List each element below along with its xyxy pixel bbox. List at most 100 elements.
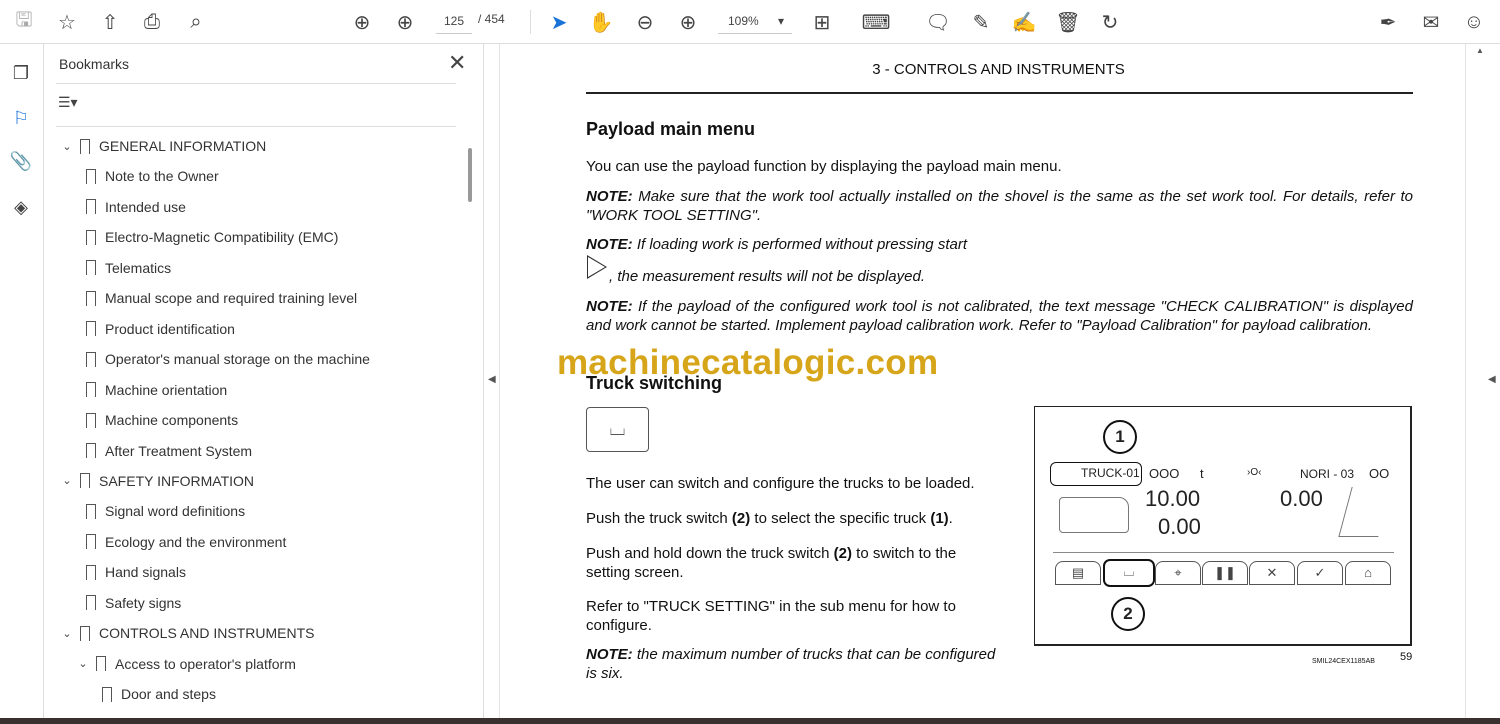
bookmark-item[interactable]: Safety signs xyxy=(86,589,181,617)
scroll-up-icon[interactable]: ▲ xyxy=(1476,46,1484,55)
section-heading: Truck switching xyxy=(586,373,723,393)
bookmark-item[interactable]: After Treatment System xyxy=(86,437,252,465)
search-icon[interactable]: ⌕ xyxy=(182,8,210,36)
next-page-icon[interactable]: ⊕ xyxy=(391,8,419,36)
bookmark-icon xyxy=(86,168,96,184)
text: to select the specific truck xyxy=(750,510,931,527)
panel-splitter[interactable]: ◀ xyxy=(484,44,500,718)
note-label: NOTE: xyxy=(586,298,633,315)
bookmark-label: Telematics xyxy=(105,259,172,276)
close-icon[interactable]: ✕ xyxy=(448,50,466,76)
paragraph: Push the truck switch (2) to select the … xyxy=(586,509,953,528)
hand-tool-icon[interactable]: ✋ xyxy=(587,8,615,36)
callout-2: 2 xyxy=(1111,597,1145,631)
bookmark-item[interactable]: Electro-Magnetic Compatibility (EMC) xyxy=(86,223,338,251)
zoom-in-icon[interactable]: ⊕ xyxy=(674,8,702,36)
bookmark-item[interactable]: Operator's manual storage on the machine xyxy=(86,345,370,373)
bookmark-icon xyxy=(102,686,112,702)
comment-icon[interactable]: 🗨 xyxy=(924,8,952,36)
bookmark-icon xyxy=(80,625,90,641)
bookmark-item[interactable]: Product identification xyxy=(86,315,235,343)
bookmark-icon xyxy=(86,534,96,550)
chevron-down-icon[interactable]: ⌄ xyxy=(54,140,80,153)
delete-icon[interactable]: 🗑 xyxy=(1054,8,1082,36)
page-total: / 454 xyxy=(478,12,505,26)
bookmark-item[interactable]: Signal word definitions xyxy=(86,497,245,525)
pen-icon[interactable]: ✎ xyxy=(967,8,995,36)
sign-icon[interactable]: ✍ xyxy=(1010,8,1038,36)
bookmarks-panel: Bookmarks ✕ ☰▾ ⌄ GENERAL INFORMATION Note … xyxy=(44,44,484,718)
bookmark-item[interactable]: Intended use xyxy=(86,193,186,221)
redo-icon[interactable]: ↻ xyxy=(1096,8,1124,36)
page-fit-icon[interactable]: ⊞ xyxy=(808,8,836,36)
bookmark-item[interactable]: Machine components xyxy=(86,406,238,434)
text: Push and hold down the truck switch xyxy=(586,545,834,562)
taskbar-strip xyxy=(0,718,1500,724)
bookmark-label: Product identification xyxy=(105,320,235,337)
bookmark-label: After Treatment System xyxy=(105,442,253,459)
divider xyxy=(56,126,456,127)
toolbar: 🖫 ☆ ⇧ ⎙ ⌕ ⊕ ⊕ 125 / 454 ➤ ✋ ⊖ ⊕ 109% ▾ ⊞ … xyxy=(0,0,1500,44)
bookmark-label: CONTROLS AND INSTRUMENTS xyxy=(99,625,315,642)
layers-icon[interactable]: ◈ xyxy=(8,194,34,220)
bookmark-options-button[interactable]: ☰▾ xyxy=(58,94,78,111)
bookmark-item[interactable]: Door and steps xyxy=(102,680,216,708)
bucket-weight: 0.00 xyxy=(1280,486,1323,511)
page-number-input[interactable]: 125 xyxy=(436,10,472,34)
previous-page-icon[interactable]: ⊕ xyxy=(348,8,376,36)
payload-display-figure: 1 TRUCK-01 OOO t ›O‹ NORI - 03 OO 10.00 … xyxy=(1034,406,1412,646)
bookmark-item[interactable]: Ecology and the environment xyxy=(86,528,286,556)
bookmark-icon[interactable]: ⚐ xyxy=(8,105,34,131)
home-button: ⌂ xyxy=(1345,561,1391,585)
bookmark-icon xyxy=(86,321,96,337)
attachment-icon[interactable]: 📎 xyxy=(8,148,34,174)
bookmark-item[interactable]: ⌄ SAFETY INFORMATION xyxy=(54,467,254,495)
bookmark-item[interactable]: ⌄ GENERAL INFORMATION xyxy=(54,132,266,160)
paragraph: You can use the payload function by disp… xyxy=(586,158,1062,175)
expand-panel-icon[interactable]: ◀ xyxy=(1488,374,1496,385)
bookmark-label: Electro-Magnetic Compatibility (EMC) xyxy=(105,229,339,246)
select-cursor-icon[interactable]: ➤ xyxy=(545,8,573,36)
bookmark-icon xyxy=(86,412,96,428)
note: NOTE: If the payload of the configured w… xyxy=(586,297,1413,335)
divider xyxy=(1053,552,1394,553)
link-sign-icon[interactable]: ✒ xyxy=(1374,8,1402,36)
scrollbar[interactable] xyxy=(468,148,472,202)
page-header: 3 - CONTROLS AND INSTRUMENTS xyxy=(872,61,1125,78)
zoom-out-icon[interactable]: ⊖ xyxy=(631,8,659,36)
keyboard-icon[interactable]: ⌨ xyxy=(862,8,891,36)
bookmark-label: Machine components xyxy=(105,412,239,429)
bucket-cancel-button: ✕ xyxy=(1249,561,1295,585)
bookmark-item[interactable]: ⌄ CONTROLS AND INSTRUMENTS xyxy=(54,619,314,647)
bookmark-label: Safety signs xyxy=(105,594,182,611)
star-icon[interactable]: ☆ xyxy=(53,8,81,36)
count: OOO xyxy=(1149,466,1180,481)
chevron-down-icon[interactable]: ⌄ xyxy=(70,657,96,670)
chevron-down-icon[interactable]: ⌄ xyxy=(54,474,80,487)
account-icon[interactable]: ☺ xyxy=(1460,8,1488,36)
loaded-weight: 0.00 xyxy=(1158,514,1201,539)
bookmark-item[interactable]: Hand signals xyxy=(86,558,186,586)
pages-icon[interactable]: ❐ xyxy=(8,60,34,86)
email-icon[interactable]: ✉ xyxy=(1417,8,1445,36)
bookmark-item[interactable]: Telematics xyxy=(86,254,171,282)
note-text: Make sure that the work tool actually in… xyxy=(586,188,1413,224)
bookmark-item[interactable]: Note to the Owner xyxy=(86,162,219,190)
bookmark-icon xyxy=(86,382,96,398)
upload-cloud-icon[interactable]: ⇧ xyxy=(96,8,124,36)
bookmark-icon xyxy=(80,138,90,154)
note: NOTE: If loading work is performed witho… xyxy=(586,235,967,254)
truck-switch-icon: ⌴ xyxy=(586,407,649,452)
print-icon[interactable]: ⎙ xyxy=(138,8,166,36)
chevron-down-icon[interactable]: ⌄ xyxy=(54,627,80,640)
tool-label: NORI - 03 xyxy=(1300,467,1355,481)
zoom-select[interactable]: 109% ▾ xyxy=(718,10,792,34)
bookmark-item[interactable]: ⌄ Access to operator's platform xyxy=(70,650,295,678)
bookmark-label: Machine orientation xyxy=(105,381,228,398)
bookmark-item[interactable]: Manual scope and required training level xyxy=(86,284,357,312)
collapse-panel-icon[interactable]: ◀ xyxy=(488,374,496,385)
save-icon[interactable]: 🖫 xyxy=(10,8,38,36)
paragraph: Refer to "TRUCK SETTING" in the sub menu… xyxy=(586,598,956,634)
bookmark-icon xyxy=(86,199,96,215)
bookmark-item[interactable]: Machine orientation xyxy=(86,376,227,404)
